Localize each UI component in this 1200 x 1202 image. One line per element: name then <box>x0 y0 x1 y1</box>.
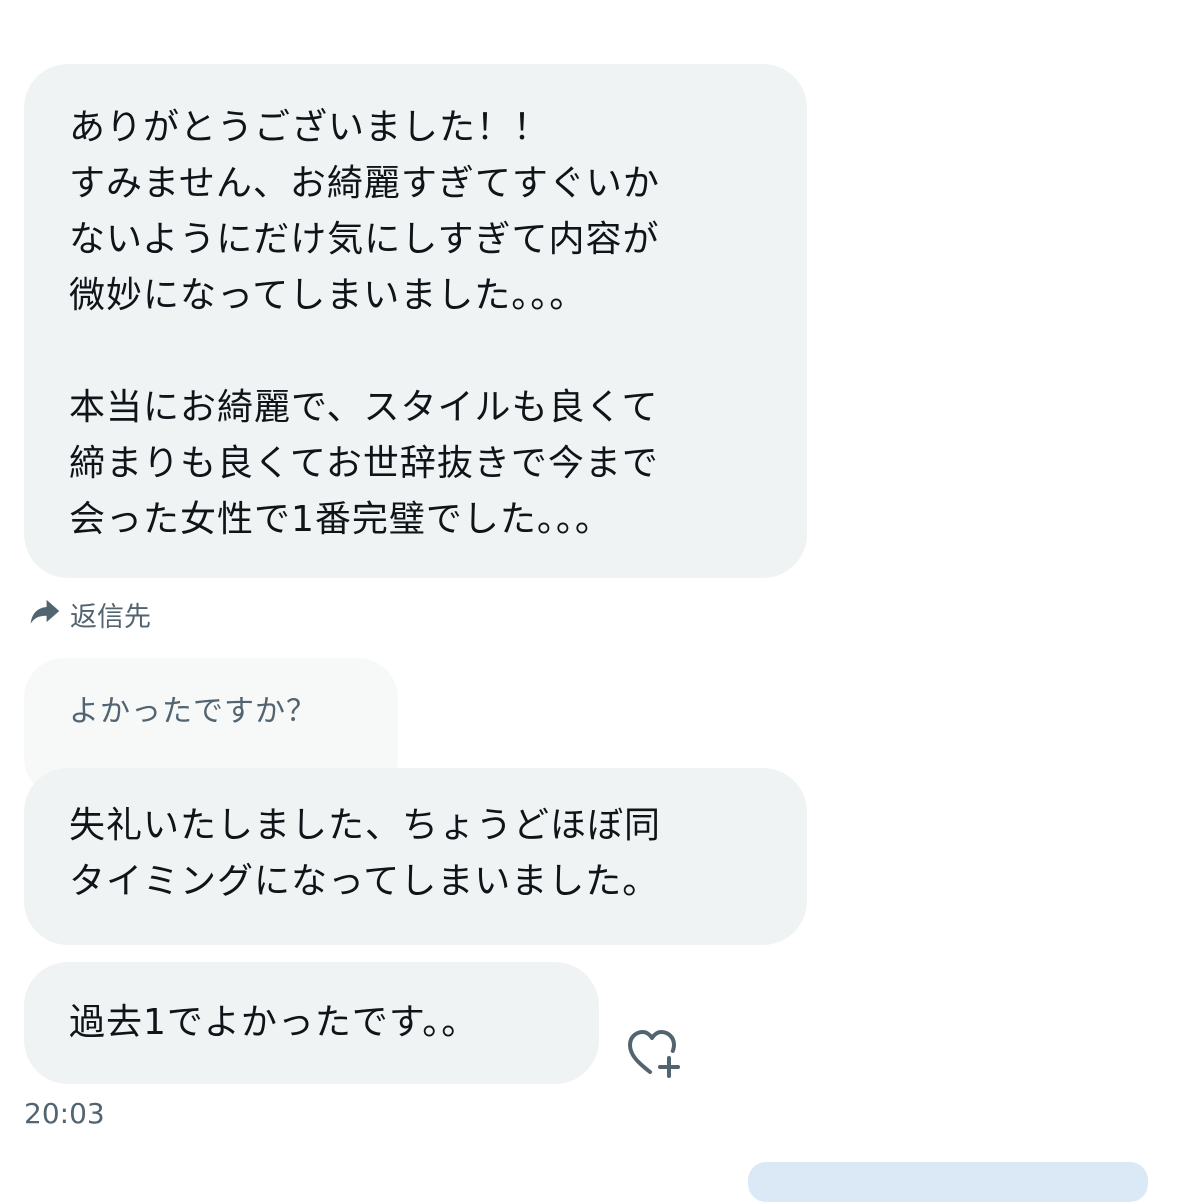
message-bubble[interactable]: ありがとうございました！！ すみません、お綺麗すぎてすぐいか ないようにだけ気に… <box>24 64 807 578</box>
message-text: 失礼いたしました、ちょうどほぼ同 タイミングになってしまいました。 <box>69 805 662 902</box>
message-bubble[interactable]: 過去1でよかったです。。 <box>24 962 599 1084</box>
reply-arrow-icon <box>26 592 70 637</box>
reply-to-indicator[interactable]: 返信先 <box>26 594 151 634</box>
quoted-message-text: よかったですか？ <box>69 694 317 729</box>
message-bubble[interactable]: 失礼いたしました、ちょうどほぼ同 タイミングになってしまいました。 <box>24 768 807 945</box>
message-timestamp: 20:03 <box>24 1097 105 1130</box>
message-text: 過去1でよかったです。。 <box>69 1002 479 1043</box>
message-text: ありがとうございました！！ すみません、お綺麗すぎてすぐいか ないようにだけ気に… <box>69 107 660 540</box>
heart-plus-icon[interactable] <box>626 1026 684 1080</box>
reply-label: 返信先 <box>70 601 151 633</box>
partial-message-bubble <box>748 1162 1148 1202</box>
